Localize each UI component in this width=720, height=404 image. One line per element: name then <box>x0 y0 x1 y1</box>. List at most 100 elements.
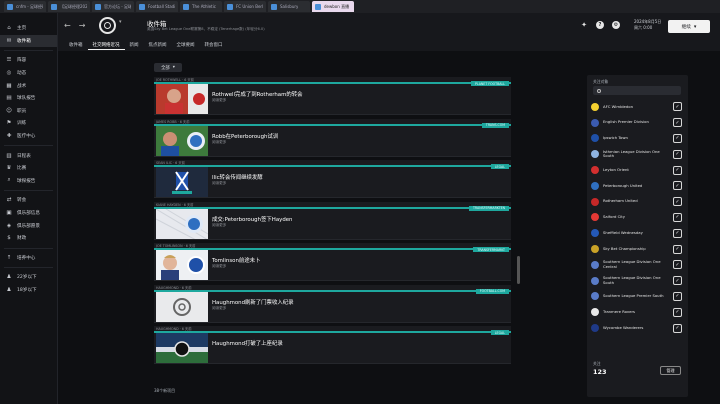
nav-item[interactable]: ⌕ 球探报告 <box>0 175 57 188</box>
nav-item[interactable]: ⚑ 训练 <box>0 117 57 130</box>
inbox-tab[interactable]: 新闻 <box>125 40 144 50</box>
tab-favicon-icon <box>183 3 189 10</box>
read-more-link[interactable]: 阅读更多 <box>212 223 226 228</box>
followed-club-row[interactable]: English Premier Division ✓ <box>591 115 683 131</box>
followed-club-row[interactable]: Tranmere Rovers ✓ <box>591 304 683 320</box>
follow-toggle-icon[interactable]: ✓ <box>673 323 682 333</box>
follow-toggle-icon[interactable]: ✓ <box>673 165 682 175</box>
followed-club-row[interactable]: Isthmian League Division One South ✓ <box>591 146 683 162</box>
nav-item[interactable]: ☺ 职员 <box>0 105 57 118</box>
inbox-tab[interactable]: 全球要闻 <box>172 40 200 50</box>
nav-item[interactable]: ✚ 医疗中心 <box>0 130 57 143</box>
inbox-tab[interactable]: 转会窗口 <box>200 40 228 50</box>
nav-item[interactable]: ✉ 收件箱 <box>0 34 57 48</box>
nav-item[interactable]: ♟ 18岁以下 <box>0 284 57 297</box>
club-name: Peterborough United <box>603 182 643 188</box>
feed-card[interactable]: HAUGHMOND · 6 天前 FOOTBALL.COM Haughmond刷新了… <box>154 284 511 323</box>
followed-club-row[interactable]: Southern League Division One South ✓ <box>591 273 683 289</box>
follow-toggle-icon[interactable]: ✓ <box>673 244 682 254</box>
follow-toggle-icon[interactable]: ✓ <box>673 260 682 270</box>
scouting-icon: ⌕ <box>7 177 11 184</box>
followed-club-row[interactable]: Ipswich Town ✓ <box>591 131 683 147</box>
followed-search-input[interactable] <box>593 86 681 95</box>
nav-item[interactable]: ⇄ 转会 <box>0 194 57 207</box>
follow-toggle-icon[interactable]: ✓ <box>673 118 682 128</box>
nav-item[interactable]: ♟ 22岁以下 <box>0 271 57 284</box>
nav-item[interactable]: ▤ 球队报告 <box>0 92 57 105</box>
followed-club-row[interactable]: Sky Bet Championship ✓ <box>591 241 683 257</box>
continue-label: 继续 <box>681 24 691 30</box>
nav-item[interactable]: ◎ 动态 <box>0 67 57 80</box>
follow-toggle-icon[interactable]: ✓ <box>673 102 682 112</box>
read-more-link[interactable]: 阅读更多 <box>212 181 226 186</box>
browser-tab[interactable]: 官方论坛 - 足球 <box>92 1 134 12</box>
nav-item[interactable]: ♛ 比赛 <box>0 162 57 175</box>
browser-tab[interactable]: cnfm - 足球经理 <box>4 1 46 12</box>
forward-arrow-icon[interactable]: → <box>79 21 86 30</box>
follow-toggle-icon[interactable]: ✓ <box>673 291 682 301</box>
back-arrow-icon[interactable]: ← <box>64 21 71 30</box>
continue-button[interactable]: 继续 ▾ <box>668 20 710 33</box>
browser-tab[interactable]: FC Union Berlin <box>224 1 266 12</box>
followed-club-row[interactable]: Peterborough United ✓ <box>591 178 683 194</box>
followed-count-label: 关注 <box>593 361 601 366</box>
browser-tab[interactable]: The Athletic <box>180 1 222 12</box>
follow-toggle-icon[interactable]: ✓ <box>673 276 682 286</box>
nav-item[interactable]: ◈ 俱乐部愿景 <box>0 219 57 232</box>
card-divider <box>154 321 511 323</box>
followed-club-row[interactable]: Wycombe Wanderers ✓ <box>591 320 683 336</box>
follow-toggle-icon[interactable]: ✓ <box>673 212 682 222</box>
source-badge: LEGAL <box>490 164 509 169</box>
nav-item-label: 18岁以下 <box>17 287 37 293</box>
followed-club-row[interactable]: Salford City ✓ <box>591 210 683 226</box>
inbox-tab[interactable]: 收件箱 <box>64 40 88 50</box>
inbox-tab[interactable]: 社交网络近况 <box>87 40 125 50</box>
club-menu-chevron-icon[interactable]: ▾ <box>119 19 122 25</box>
followed-club-row[interactable]: Southern League Premier South ✓ <box>591 289 683 305</box>
browser-tab-active[interactable]: dewbon 直播 <box>312 1 354 12</box>
follow-toggle-icon[interactable]: ✓ <box>673 149 682 159</box>
read-more-link[interactable]: 阅读更多 <box>212 98 226 103</box>
club-name: Leyton Orient <box>603 166 629 172</box>
help-icon[interactable]: ? <box>596 21 604 29</box>
social-icon[interactable]: ✦ <box>580 21 588 29</box>
followed-club-row[interactable]: Southern League Division One Central ✓ <box>591 257 683 273</box>
club-logo[interactable] <box>99 17 116 34</box>
browser-tab[interactable]: Salisbury <box>268 1 310 12</box>
tab-favicon-icon <box>51 3 57 10</box>
feed-scrollbar[interactable] <box>517 256 520 284</box>
club-name: Southern League Division One Central <box>603 259 661 269</box>
followed-club-row[interactable]: Rotherham United ✓ <box>591 194 683 210</box>
follow-toggle-icon[interactable]: ✓ <box>673 197 682 207</box>
read-more-link[interactable]: 阅读更多 <box>212 140 226 145</box>
manage-button[interactable]: 管理 <box>660 366 681 375</box>
settings-gear-icon[interactable]: ⚙ <box>612 21 620 29</box>
browser-tab[interactable]: Football Stadium <box>136 1 178 12</box>
nav-item[interactable]: ☰ 阵容 <box>0 54 57 67</box>
follow-toggle-icon[interactable]: ✓ <box>673 133 682 143</box>
followed-club-row[interactable]: Leyton Orient ✓ <box>591 162 683 178</box>
nav-item[interactable]: ▣ 俱乐部信息 <box>0 207 57 220</box>
follow-toggle-icon[interactable]: ✓ <box>673 181 682 191</box>
feed-card[interactable]: JOE TOMLINSON · 6 天前 TRANSFERMARKT Tomlins… <box>154 243 511 281</box>
feed-card[interactable]: KIANE HAYDEN · 6 天前 TRANSFERMARKTEN 成交:Pet… <box>154 201 511 240</box>
read-more-link[interactable]: 阅读更多 <box>212 306 226 311</box>
feed-card[interactable]: JOE ROTHWELL · 6 天前 PLANET FOOTBALL Rothwe… <box>154 77 511 115</box>
feed-card[interactable]: HAUGHMOND · 6 天前 LEGAL Haughmond打破了上座纪录 <box>154 326 511 364</box>
feed-card[interactable]: SEAN ILIC · 6 天前 LEGAL Ilic转会传闻继续发酵 阅读更多 <box>154 160 511 198</box>
inbox-tab[interactable]: 焦点新闻 <box>144 40 172 50</box>
nav-item[interactable]: ▦ 战术 <box>0 79 57 92</box>
feed-filter-dropdown[interactable]: 全部 ▾ <box>154 63 182 72</box>
follow-toggle-icon[interactable]: ✓ <box>673 228 682 238</box>
nav-item[interactable]: ↑ 培养中心 <box>0 252 57 265</box>
browser-tab[interactable]: 【足球经理2024】 <box>48 1 90 12</box>
nav-item[interactable]: $ 财政 <box>0 232 57 245</box>
feed-card[interactable]: JAMES ROBB · 6 天前 TRANS.COM Robb在Peterboro… <box>154 118 511 157</box>
nav-item[interactable]: ⌂ 主页 <box>0 22 57 35</box>
follow-toggle-icon[interactable]: ✓ <box>673 307 682 317</box>
nav-item-label: 22岁以下 <box>17 275 37 281</box>
read-more-link[interactable]: 阅读更多 <box>212 264 226 269</box>
followed-club-row[interactable]: Sheffield Wednesday ✓ <box>591 225 683 241</box>
followed-club-row[interactable]: AFC Wimbledon ✓ <box>591 99 683 115</box>
nav-item[interactable]: ▥ 日程表 <box>0 149 57 162</box>
